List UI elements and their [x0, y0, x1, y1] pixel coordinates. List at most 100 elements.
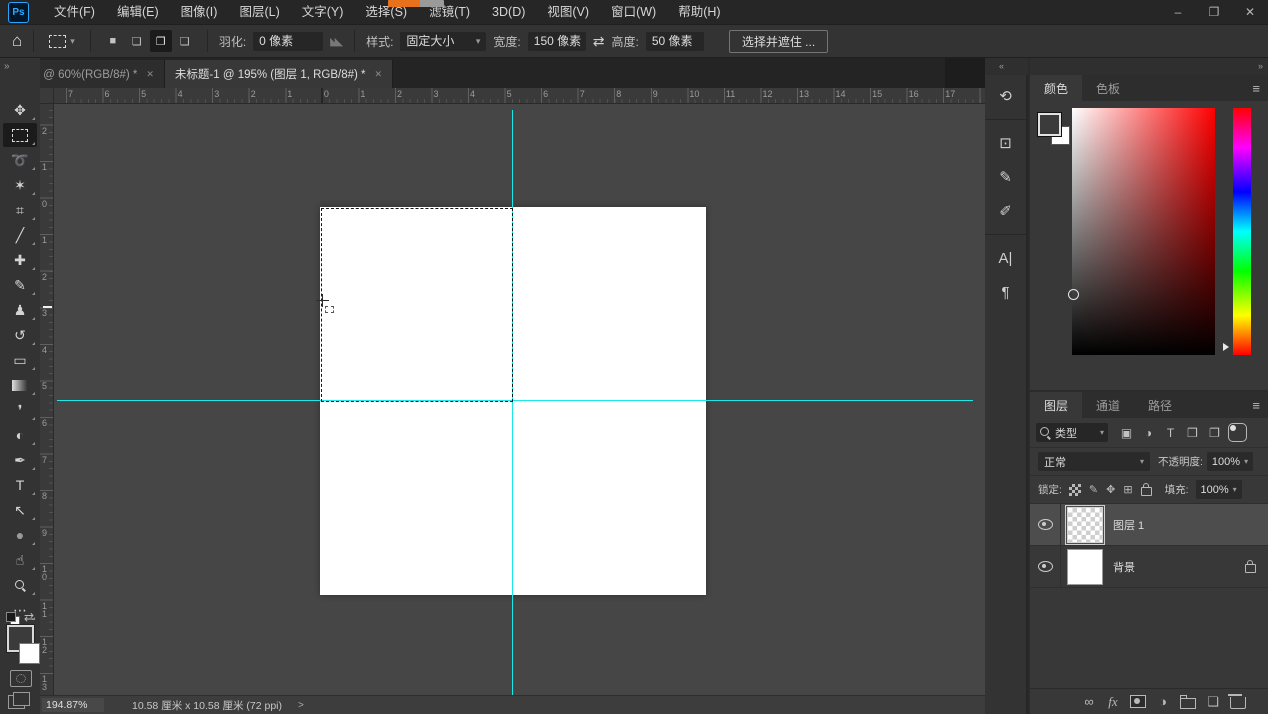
hue-slider[interactable]: [1233, 108, 1251, 355]
saturation-brightness-field[interactable]: [1072, 108, 1215, 355]
path-selection-tool[interactable]: ↖: [3, 498, 37, 522]
panel-tab-色板[interactable]: 色板: [1082, 75, 1134, 101]
lock-artboard-icon[interactable]: ⊞: [1123, 483, 1132, 496]
panel-tab-图层[interactable]: 图层: [1030, 392, 1082, 418]
filter-smart-objects-icon[interactable]: ❐: [1206, 424, 1223, 441]
type-tool[interactable]: T: [3, 473, 37, 497]
gradient-tool[interactable]: [3, 373, 37, 397]
canvas-pasteboard[interactable]: [54, 104, 985, 695]
quick-selection-tool[interactable]: ✶: [3, 173, 37, 197]
close-button[interactable]: ✕: [1232, 0, 1268, 24]
horizontal-guide[interactable]: [57, 400, 973, 401]
minimize-button[interactable]: –: [1160, 0, 1196, 24]
menu-view[interactable]: 视图(V): [536, 0, 600, 24]
filter-type-select[interactable]: 类型 ▾: [1036, 423, 1108, 442]
eye-icon[interactable]: [1038, 519, 1053, 530]
layer-thumbnail[interactable]: [1067, 507, 1103, 543]
filter-type-layers-icon[interactable]: T: [1162, 424, 1179, 441]
vertical-guide[interactable]: [512, 110, 513, 695]
filter-adjustment-layers-icon[interactable]: ◑: [1140, 424, 1157, 441]
color-field-cursor[interactable]: [1068, 289, 1079, 300]
menu-layer[interactable]: 图层(L): [228, 0, 290, 24]
home-icon[interactable]: ⌂: [12, 31, 22, 51]
3d-panel-icon[interactable]: ⊡: [985, 119, 1026, 154]
swap-width-height-icon[interactable]: ⇄: [593, 33, 605, 50]
hue-slider-arrow[interactable]: [1223, 343, 1229, 351]
background-color-swatch[interactable]: [19, 643, 40, 664]
zoom-tool[interactable]: [3, 573, 37, 597]
lock-image-pixels-icon[interactable]: ✎: [1089, 483, 1098, 496]
blur-tool[interactable]: ❜: [3, 398, 37, 422]
height-input[interactable]: 50 像素: [646, 32, 704, 51]
panel-tab-颜色[interactable]: 颜色: [1030, 75, 1082, 101]
eye-icon[interactable]: [1038, 561, 1053, 572]
menu-edit[interactable]: 编辑(E): [106, 0, 170, 24]
menu-help[interactable]: 帮助(H): [667, 0, 731, 24]
opacity-input[interactable]: 100% ▾: [1207, 452, 1253, 471]
layer-name[interactable]: 背景: [1113, 559, 1135, 575]
history-brush-tool[interactable]: ↺: [3, 323, 37, 347]
hand-tool[interactable]: ☝: [3, 548, 37, 572]
spot-healing-brush-tool[interactable]: ✚: [3, 248, 37, 272]
swap-colors-icon[interactable]: ⇄: [24, 610, 34, 624]
new-adjustment-layer-icon[interactable]: ◑: [1156, 694, 1170, 709]
add-layer-mask-icon[interactable]: [1130, 695, 1146, 708]
collapse-tools-icon[interactable]: »: [4, 61, 9, 72]
filter-image-layers-icon[interactable]: ▣: [1118, 424, 1135, 441]
vertical-ruler[interactable]: 321012345678910111213: [40, 104, 54, 695]
layer-row[interactable]: 图层 1: [1030, 504, 1268, 546]
layer-thumbnail[interactable]: [1067, 549, 1103, 585]
intersect-selection-mode-button[interactable]: ❑: [174, 30, 196, 52]
lock-position-icon[interactable]: ✥: [1106, 483, 1115, 496]
layer-visibility-cell[interactable]: [1030, 504, 1061, 545]
filter-shape-layers-icon[interactable]: ❒: [1184, 424, 1201, 441]
history-panel-icon[interactable]: ⟲: [991, 85, 1021, 107]
menu-type[interactable]: 文字(Y): [291, 0, 355, 24]
ellipse-tool[interactable]: ●: [3, 523, 37, 547]
crop-tool[interactable]: ⌗: [3, 198, 37, 222]
lock-transparent-pixels-icon[interactable]: [1069, 484, 1081, 496]
menu-3d[interactable]: 3D(D): [481, 0, 536, 24]
menu-file[interactable]: 文件(F): [43, 0, 106, 24]
filter-toggle[interactable]: [1228, 423, 1247, 442]
menu-window[interactable]: 窗口(W): [600, 0, 667, 24]
restore-button[interactable]: ❐: [1196, 0, 1232, 24]
brush-tool[interactable]: ✎: [3, 273, 37, 297]
select-and-mask-button[interactable]: 选择并遮住 ...: [729, 30, 828, 53]
width-input[interactable]: 150 像素: [528, 32, 586, 51]
delete-layer-icon[interactable]: [1230, 697, 1246, 709]
layer-row[interactable]: 背景: [1030, 546, 1268, 588]
layer-visibility-cell[interactable]: [1030, 546, 1061, 587]
quick-mask-mode-button[interactable]: [10, 670, 32, 687]
screen-mode-button[interactable]: [8, 695, 25, 709]
close-tab-icon[interactable]: ✕: [375, 69, 383, 80]
new-layer-icon[interactable]: ❏: [1206, 694, 1220, 710]
zoom-level-input[interactable]: 194.87%: [42, 698, 104, 712]
paragraph-panel-icon[interactable]: ¶: [991, 281, 1021, 303]
active-tool-preset[interactable]: ▾: [45, 32, 79, 51]
character-panel-icon[interactable]: A|: [985, 234, 1026, 269]
lasso-tool[interactable]: ➰: [3, 148, 37, 172]
add-to-selection-mode-button[interactable]: ❏: [126, 30, 148, 52]
subtract-from-selection-mode-button[interactable]: ❐: [150, 30, 172, 52]
dodge-tool[interactable]: ◐: [3, 423, 37, 447]
eyedropper-tool[interactable]: ╱: [3, 223, 37, 247]
layer-name[interactable]: 图层 1: [1113, 517, 1144, 533]
document-tab[interactable]: 未标题-1 @ 195% (图层 1, RGB/8#) *✕: [165, 60, 393, 88]
default-colors-icon[interactable]: [6, 612, 20, 626]
panel-menu-icon[interactable]: ≡: [1252, 398, 1260, 413]
blend-mode-select[interactable]: 正常 ▾: [1038, 452, 1150, 471]
close-tab-icon[interactable]: ✕: [146, 69, 154, 80]
eraser-tool[interactable]: ▭: [3, 348, 37, 372]
foreground-color-swatch[interactable]: [1038, 113, 1061, 136]
lock-all-icon[interactable]: [1141, 487, 1152, 496]
move-tool[interactable]: ✥: [3, 98, 37, 122]
collapse-dock-icon[interactable]: «: [985, 58, 1028, 75]
menu-image[interactable]: 图像(I): [170, 0, 229, 24]
clone-stamp-tool[interactable]: ♟: [3, 298, 37, 322]
brush-settings-panel-icon[interactable]: ✎: [991, 166, 1021, 188]
rectangular-marquee-tool[interactable]: [3, 123, 37, 147]
ruler-corner[interactable]: [40, 88, 54, 104]
expand-dock-icon[interactable]: »: [1030, 58, 1268, 75]
style-select[interactable]: 固定大小 ▾: [400, 32, 486, 51]
